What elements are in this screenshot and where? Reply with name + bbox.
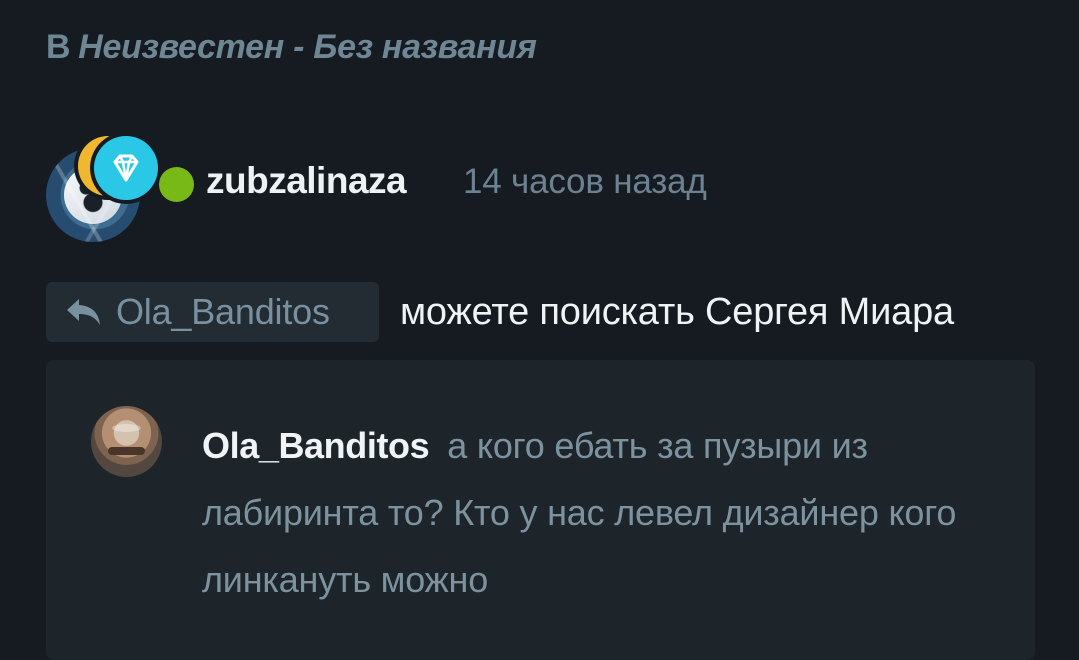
comment-message: можете поискать Сергея Миара bbox=[400, 291, 954, 333]
quoted-author-avatar[interactable] bbox=[91, 406, 162, 477]
online-status-dot bbox=[159, 167, 194, 202]
comment-timestamp[interactable]: 14 часов назад bbox=[463, 162, 707, 202]
comment-author-row: zubzalinaza 14 часов назад bbox=[46, 124, 1046, 242]
reply-to-chip[interactable]: Ola_Banditos bbox=[46, 282, 379, 342]
quoted-comment-card[interactable]: Ola_Banditos а кого ебать за пузыри из ла… bbox=[46, 360, 1035, 660]
reply-line: Ola_Banditos можете поискать Сергея Миар… bbox=[46, 282, 1056, 342]
comment-author-name[interactable]: zubzalinaza bbox=[206, 160, 407, 202]
author-avatar-wrap[interactable] bbox=[46, 136, 158, 242]
diamond-badge-icon bbox=[94, 136, 158, 200]
quoted-comment-body: Ola_Banditos а кого ебать за пузыри из ла… bbox=[202, 412, 992, 613]
quoted-author-name[interactable]: Ola_Banditos bbox=[202, 425, 430, 466]
reply-icon bbox=[62, 294, 104, 330]
breadcrumb[interactable]: В Неизвестен - Без названия bbox=[46, 28, 537, 67]
diamond-icon bbox=[113, 154, 139, 182]
reply-to-name: Ola_Banditos bbox=[116, 291, 330, 332]
breadcrumb-text[interactable]: Неизвестен - Без названия bbox=[78, 28, 537, 66]
breadcrumb-prefix: В bbox=[46, 28, 71, 66]
